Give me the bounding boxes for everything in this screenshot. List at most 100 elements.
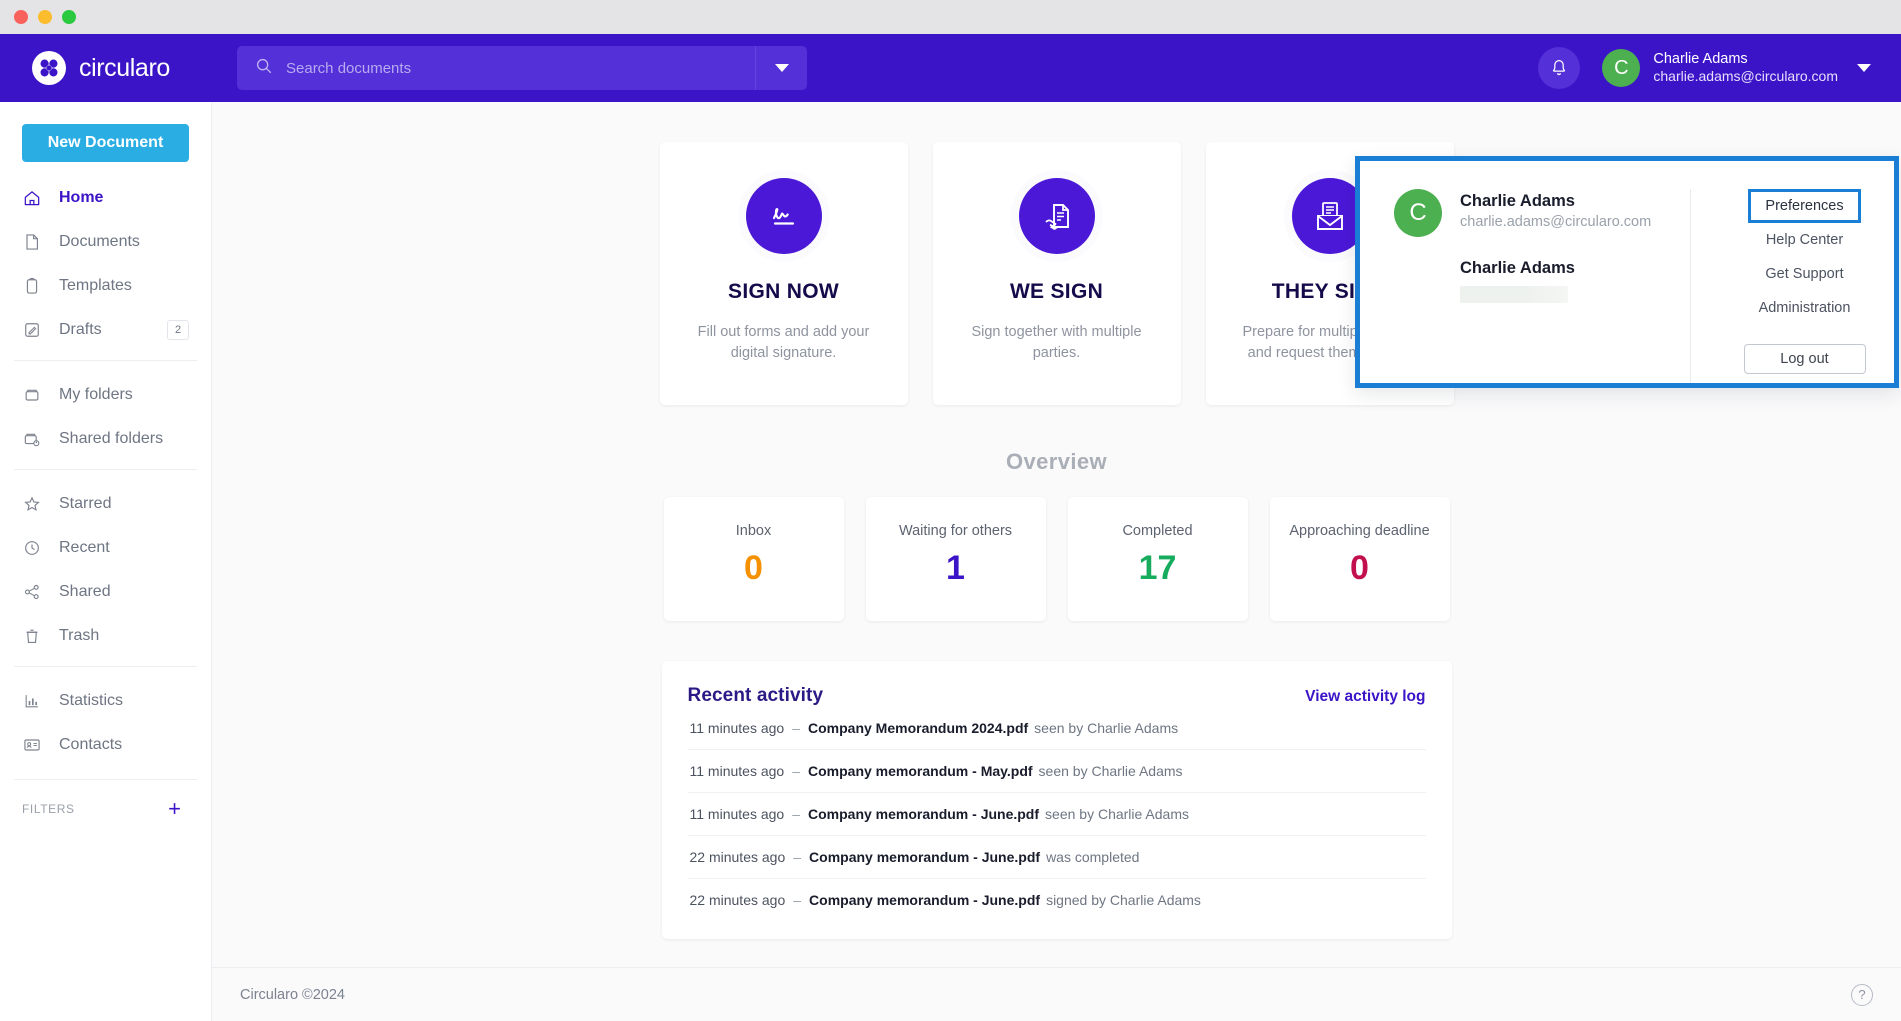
search-input[interactable] <box>273 60 755 77</box>
activity-separator: – <box>790 720 802 736</box>
avatar: C <box>1602 49 1640 87</box>
activity-separator: – <box>791 849 803 865</box>
table-row[interactable]: 22 minutes ago – Company memorandum - Ju… <box>688 879 1426 921</box>
sidebar-item-my-folders[interactable]: My folders <box>14 373 197 417</box>
signature-icon <box>746 178 822 254</box>
question-mark-circle-icon[interactable]: ? <box>1851 984 1873 1006</box>
account-menu-item-help-center[interactable]: Help Center <box>1749 223 1860 257</box>
sidebar-group-folders: My folders Shared folders <box>14 360 197 461</box>
recent-activity-title: Recent activity <box>688 685 824 707</box>
stat-label: Completed <box>1122 523 1192 539</box>
stat-inbox[interactable]: Inbox 0 <box>664 497 844 621</box>
sidebar-item-recent[interactable]: Recent <box>14 526 197 570</box>
sidebar-item-contacts[interactable]: Contacts <box>14 723 197 767</box>
sidebar-item-shared[interactable]: Shared <box>14 570 197 614</box>
account-menu-org-redacted-value <box>1460 286 1568 303</box>
stat-completed[interactable]: Completed 17 <box>1068 497 1248 621</box>
account-email: charlie.adams@circularo.com <box>1653 68 1838 86</box>
view-activity-log-link[interactable]: View activity log <box>1305 688 1425 706</box>
sidebar-item-label: Recent <box>59 539 110 557</box>
window-titlebar <box>0 0 1901 34</box>
activity-action: signed by Charlie Adams <box>1046 892 1201 908</box>
sidebar-item-label: Statistics <box>59 692 123 710</box>
activity-time: 22 minutes ago <box>690 892 786 908</box>
activity-file[interactable]: Company memorandum - June.pdf <box>809 892 1040 908</box>
account-menu-trigger[interactable]: C Charlie Adams charlie.adams@circularo.… <box>1602 49 1871 87</box>
share-nodes-icon <box>22 582 42 602</box>
stat-waiting-for-others[interactable]: Waiting for others 1 <box>866 497 1046 621</box>
account-menu-user-section: C Charlie Adams charlie.adams@circularo.… <box>1360 189 1690 383</box>
log-out-button[interactable]: Log out <box>1744 344 1866 374</box>
account-menu-organization: Charlie Adams <box>1394 259 1690 303</box>
activity-file[interactable]: Company memorandum - June.pdf <box>809 849 1040 865</box>
sidebar-item-label: Home <box>59 189 103 207</box>
window-close-button[interactable] <box>14 10 28 24</box>
table-row[interactable]: 11 minutes ago – Company memorandum - Ju… <box>688 793 1426 836</box>
stat-label: Waiting for others <box>899 523 1012 539</box>
activity-action: seen by Charlie Adams <box>1045 806 1189 822</box>
stat-approaching-deadline[interactable]: Approaching deadline 0 <box>1270 497 1450 621</box>
window-minimize-button[interactable] <box>38 10 52 24</box>
sidebar-item-trash[interactable]: Trash <box>14 614 197 658</box>
account-menu-item-get-support[interactable]: Get Support <box>1748 257 1860 291</box>
new-document-button[interactable]: New Document <box>22 124 189 162</box>
chevron-down-icon <box>775 64 789 72</box>
contact-card-icon <box>22 735 42 755</box>
notifications-button[interactable] <box>1538 47 1580 89</box>
activity-action: seen by Charlie Adams <box>1034 720 1178 736</box>
sidebar: New Document Home Documents <box>0 102 212 1021</box>
sidebar-group-documents: Home Documents Templates <box>0 162 211 352</box>
sidebar-item-label: Documents <box>59 233 140 251</box>
stat-value: 0 <box>1350 551 1369 585</box>
stat-value: 0 <box>744 551 763 585</box>
table-row[interactable]: 11 minutes ago – Company memorandum - Ma… <box>688 750 1426 793</box>
brand-logo[interactable]: circularo <box>0 51 212 85</box>
card-title: SIGN NOW <box>728 280 839 304</box>
activity-file[interactable]: Company Memorandum 2024.pdf <box>808 720 1028 736</box>
copyright-text: Circularo ©2024 <box>240 987 345 1003</box>
activity-file[interactable]: Company memorandum - June.pdf <box>808 806 1039 822</box>
bar-chart-icon <box>22 691 42 711</box>
sidebar-item-drafts[interactable]: Drafts 2 <box>0 308 211 352</box>
app-root: circularo C <box>0 34 1901 1021</box>
pencil-square-icon <box>22 320 42 340</box>
plus-icon[interactable]: + <box>168 798 189 820</box>
stat-value: 1 <box>946 551 965 585</box>
sidebar-item-starred[interactable]: Starred <box>14 482 197 526</box>
sidebar-item-statistics[interactable]: Statistics <box>14 679 197 723</box>
sidebar-item-templates[interactable]: Templates <box>0 264 211 308</box>
account-name: Charlie Adams <box>1653 50 1838 69</box>
account-menu-org-name: Charlie Adams <box>1460 259 1690 278</box>
sidebar-item-shared-folders[interactable]: Shared folders <box>14 417 197 461</box>
account-menu-item-administration[interactable]: Administration <box>1742 291 1868 325</box>
account-menu-item-preferences[interactable]: Preferences <box>1748 189 1860 223</box>
account-menu-user-name: Charlie Adams <box>1460 192 1651 211</box>
topbar-actions: C Charlie Adams charlie.adams@circularo.… <box>1538 47 1901 89</box>
drafts-count-badge: 2 <box>167 320 189 340</box>
account-menu-links: Preferences Help Center Get Support Admi… <box>1690 189 1894 383</box>
activity-file[interactable]: Company memorandum - May.pdf <box>808 763 1033 779</box>
clipboard-icon <box>22 276 42 296</box>
card-sign-now[interactable]: SIGN NOW Fill out forms and add your dig… <box>660 142 908 405</box>
activity-action: was completed <box>1046 849 1139 865</box>
card-subtitle: Sign together with multiple parties. <box>962 322 1152 363</box>
search-bar[interactable] <box>237 46 807 90</box>
overview-heading: Overview <box>212 449 1901 475</box>
stat-label: Approaching deadline <box>1289 523 1429 539</box>
chevron-down-icon <box>1857 64 1871 72</box>
table-row[interactable]: 22 minutes ago – Company memorandum - Ju… <box>688 836 1426 879</box>
sidebar-item-home[interactable]: Home <box>0 176 211 220</box>
card-we-sign[interactable]: WE SIGN Sign together with multiple part… <box>933 142 1181 405</box>
sidebar-item-label: Shared folders <box>59 430 163 448</box>
account-identity: Charlie Adams charlie.adams@circularo.co… <box>1653 50 1838 86</box>
window-maximize-button[interactable] <box>62 10 76 24</box>
account-menu-user: C Charlie Adams charlie.adams@circularo.… <box>1394 189 1690 237</box>
search-scope-dropdown[interactable] <box>755 46 807 90</box>
recent-activity-header: Recent activity View activity log <box>688 685 1426 707</box>
sidebar-item-documents[interactable]: Documents <box>0 220 211 264</box>
sidebar-group-views: Starred Recent Shared <box>14 469 197 658</box>
stat-label: Inbox <box>736 523 771 539</box>
account-menu-identity: Charlie Adams charlie.adams@circularo.co… <box>1460 189 1651 230</box>
trash-icon <box>22 626 42 646</box>
table-row[interactable]: 11 minutes ago – Company Memorandum 2024… <box>688 707 1426 750</box>
